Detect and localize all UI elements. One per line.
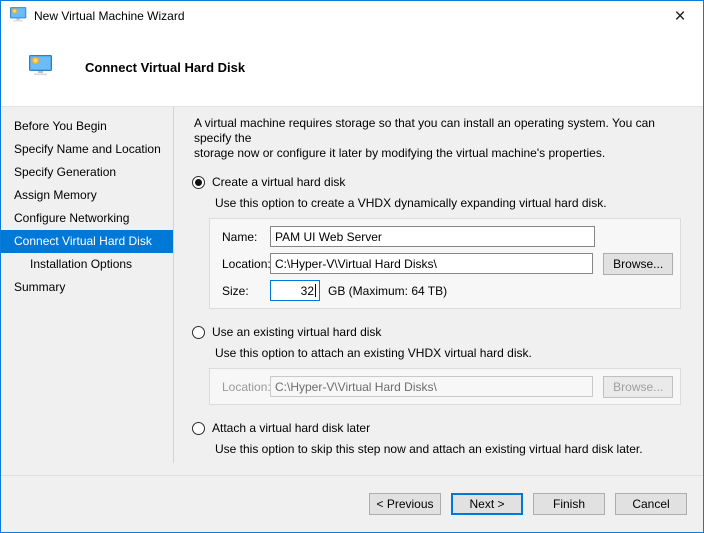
name-field-row: Name: bbox=[222, 226, 673, 247]
radio-button-icon[interactable] bbox=[192, 175, 205, 189]
name-label: Name: bbox=[222, 229, 258, 244]
intro-line-1: A virtual machine requires storage so th… bbox=[194, 116, 655, 145]
radio-use-existing-virtual-hard-disk[interactable]: Use an existing virtual hard disk bbox=[192, 325, 689, 339]
browse-button[interactable]: Browse... bbox=[603, 252, 673, 275]
wizard-steps-sidebar: Before You Begin Specify Name and Locati… bbox=[1, 107, 173, 299]
location-label: Location: bbox=[222, 256, 271, 271]
existing-fields-panel: Location: Browse... bbox=[209, 368, 681, 405]
cancel-button[interactable]: Cancel bbox=[615, 493, 687, 515]
size-field-row: Size: 32 GB (Maximum: 64 TB) bbox=[222, 280, 673, 301]
size-value: 32 bbox=[300, 283, 314, 298]
virtual-machine-icon bbox=[29, 55, 53, 79]
existing-location-input bbox=[270, 376, 594, 397]
text-caret bbox=[315, 284, 316, 297]
sidebar-item-assign-memory[interactable]: Assign Memory bbox=[1, 184, 173, 207]
wizard-body: Before You Begin Specify Name and Locati… bbox=[1, 107, 703, 475]
sidebar-item-before-you-begin[interactable]: Before You Begin bbox=[1, 115, 173, 138]
sidebar-item-installation-options[interactable]: Installation Options bbox=[1, 253, 173, 276]
radio-create-virtual-hard-disk[interactable]: Create a virtual hard disk bbox=[192, 175, 689, 189]
intro-line-2: storage now or configure it later by mod… bbox=[194, 146, 606, 160]
create-fields-panel: Name: Location: Browse... Size: 32 GB (M… bbox=[209, 218, 681, 309]
titlebar: New Virtual Machine Wizard × bbox=[1, 1, 703, 31]
size-label: Size: bbox=[222, 283, 249, 298]
location-field-row: Location: Browse... bbox=[222, 252, 673, 275]
page-title: Connect Virtual Hard Disk bbox=[85, 60, 246, 75]
radio-later-label: Attach a virtual hard disk later bbox=[212, 421, 371, 435]
intro-text: A virtual machine requires storage so th… bbox=[194, 116, 689, 161]
radio-button-icon[interactable] bbox=[192, 325, 205, 339]
wizard-window: New Virtual Machine Wizard × Connect Vir… bbox=[0, 0, 704, 533]
location-input[interactable] bbox=[270, 253, 594, 274]
sidebar-item-specify-name-and-location[interactable]: Specify Name and Location bbox=[1, 138, 173, 161]
create-description: Use this option to create a VHDX dynamic… bbox=[215, 196, 607, 210]
previous-button[interactable]: < Previous bbox=[369, 493, 441, 515]
sidebar-item-summary[interactable]: Summary bbox=[1, 276, 173, 299]
wizard-header: Connect Virtual Hard Disk bbox=[1, 31, 703, 107]
wizard-footer: < Previous Next > Finish Cancel bbox=[1, 475, 703, 532]
sidebar-item-connect-virtual-hard-disk[interactable]: Connect Virtual Hard Disk bbox=[1, 230, 173, 253]
window-title: New Virtual Machine Wizard bbox=[34, 9, 185, 23]
existing-location-label: Location: bbox=[222, 379, 271, 394]
radio-button-icon[interactable] bbox=[192, 421, 205, 435]
next-button[interactable]: Next > bbox=[451, 493, 523, 515]
radio-existing-label: Use an existing virtual hard disk bbox=[212, 325, 382, 339]
existing-location-field-row: Location: Browse... bbox=[222, 375, 673, 398]
size-maximum-hint: GB (Maximum: 64 TB) bbox=[328, 283, 448, 298]
radio-create-label: Create a virtual hard disk bbox=[212, 175, 346, 189]
size-input[interactable]: 32 bbox=[270, 280, 320, 301]
radio-attach-virtual-hard-disk-later[interactable]: Attach a virtual hard disk later bbox=[192, 421, 689, 435]
existing-description: Use this option to attach an existing VH… bbox=[215, 346, 532, 360]
existing-browse-button: Browse... bbox=[603, 375, 673, 398]
close-button[interactable]: × bbox=[657, 1, 703, 31]
finish-button[interactable]: Finish bbox=[533, 493, 605, 515]
app-icon bbox=[10, 7, 27, 25]
later-description: Use this option to skip this step now an… bbox=[215, 442, 643, 456]
name-input[interactable] bbox=[270, 226, 595, 247]
sidebar-item-configure-networking[interactable]: Configure Networking bbox=[1, 207, 173, 230]
wizard-page-content: A virtual machine requires storage so th… bbox=[174, 107, 703, 475]
sidebar-item-specify-generation[interactable]: Specify Generation bbox=[1, 161, 173, 184]
